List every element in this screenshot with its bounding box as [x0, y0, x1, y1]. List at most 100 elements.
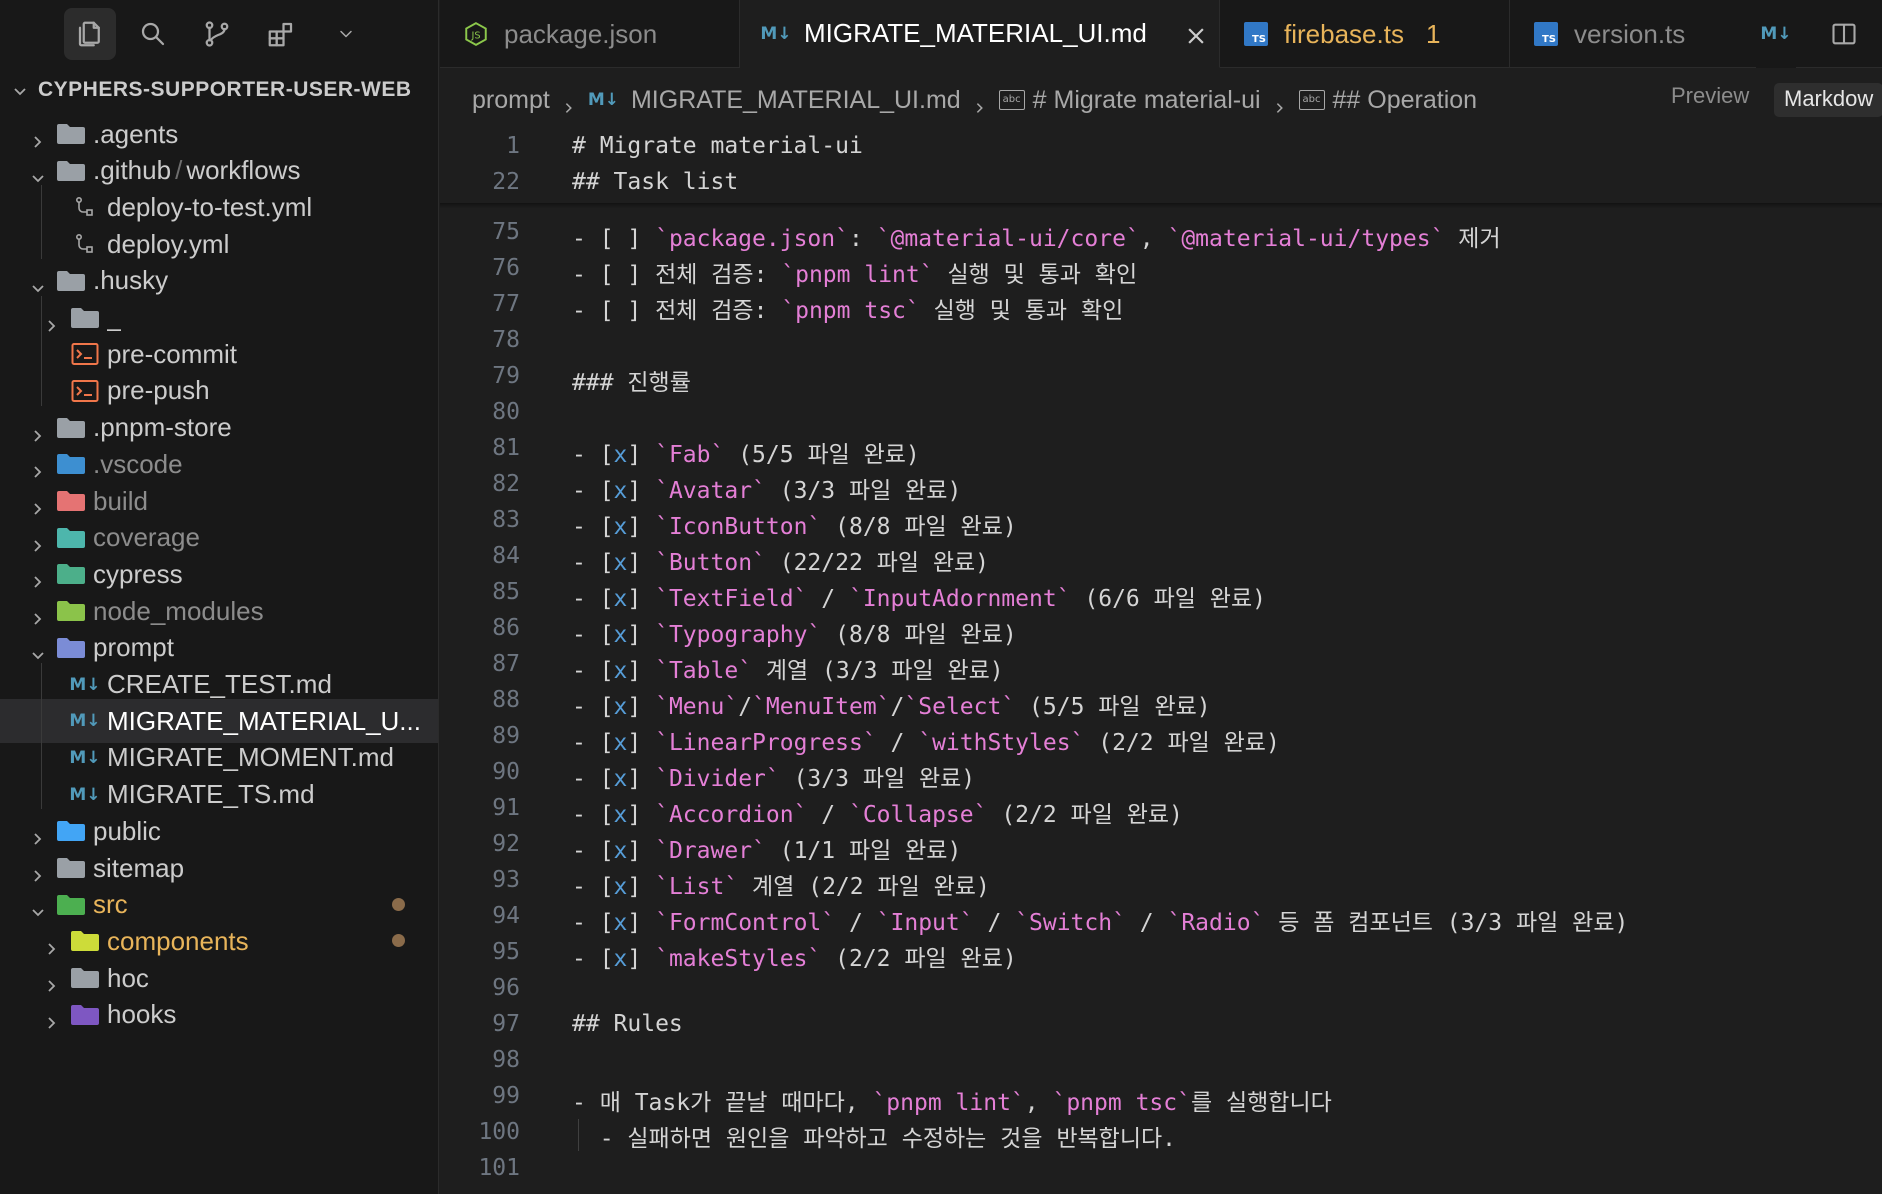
code-token: x [613, 622, 628, 648]
code-editor[interactable]: - [x] `src/pages/user/mypage.tsx` : `But… [440, 131, 1882, 1194]
code-line[interactable]: - [x] `makeStyles` (2/2 파일 완료) [572, 939, 1017, 973]
breadcrumb-item-heading2[interactable]: abc ## Operation [1298, 86, 1477, 115]
code-line[interactable]: - [x] `Accordion` / `Collapse` (2/2 파일 완… [572, 795, 1183, 829]
line-number: 76 [492, 255, 520, 281]
tree-item-label: _ [107, 302, 122, 332]
explorer-header[interactable]: CYPHERS-SUPPORTER-USER-WEB [0, 68, 438, 112]
code-line[interactable]: ### 진행률 [572, 363, 691, 397]
extensions-button[interactable] [255, 8, 307, 60]
tree-item-label: hooks [107, 999, 177, 1030]
line-number: 97 [492, 1011, 520, 1037]
chevron-down-icon [30, 640, 46, 660]
code-line[interactable]: ## Rules [572, 1011, 683, 1037]
folder-github-icon [56, 158, 86, 184]
code-line[interactable]: - 매 Task가 끝날 때마다, `pnpm lint`, `pnpm tsc… [572, 1083, 1332, 1117]
workspace-title: CYPHERS-SUPPORTER-USER-WEB [38, 78, 412, 101]
svg-text:JS: JS [470, 30, 480, 41]
code-token: `@material-ui/types` [1167, 226, 1445, 252]
tab-label: MIGRATE_MATERIAL_UI.md [804, 18, 1147, 48]
code-token: `pnpm tsc` [781, 298, 920, 324]
folder-public-icon [56, 818, 86, 844]
chevron-down-icon [30, 273, 46, 293]
breadcrumb-item-folder[interactable]: prompt [472, 86, 550, 115]
tab-migrate-material-ui-md[interactable]: M↓ MIGRATE_MATERIAL_UI.md [740, 0, 1220, 68]
line-number: 89 [492, 723, 520, 749]
code-line[interactable]: - [x] `List` 계열 (2/2 파일 완료) [572, 867, 990, 901]
preview-toggle[interactable]: Preview [1671, 83, 1749, 109]
close-icon[interactable] [1185, 23, 1207, 45]
code-token: ] [627, 622, 656, 648]
code-token: x [613, 478, 628, 504]
code-token: ] [627, 550, 656, 576]
code-line[interactable]: - [x] `Divider` (3/3 파일 완료) [572, 759, 975, 793]
code-token: ] [627, 730, 656, 756]
code-line[interactable]: - [x] `Table` 계열 (3/3 파일 완료) [572, 651, 1004, 685]
split-editor-button[interactable] [1824, 14, 1864, 54]
code-line[interactable]: - [x] `Menu`/`MenuItem`/`Select` (5/5 파일… [572, 687, 1211, 721]
source-control-button[interactable] [191, 8, 243, 60]
markdown-icon: M↓ [69, 711, 101, 732]
code-line[interactable]: - [x] `Avatar` (3/3 파일 완료) [572, 471, 961, 505]
code-line[interactable]: - [x] `Typography` (8/8 파일 완료) [572, 615, 1017, 649]
markdown-toggle[interactable]: Markdow [1774, 83, 1882, 117]
code-line[interactable]: - [ ] `package.json`: `@material-ui/core… [572, 219, 1501, 253]
code-token: (6/6 파일 완료) [1070, 586, 1266, 612]
code-token: `InputAdornment` [848, 586, 1071, 612]
code-token: `Fab` [655, 442, 725, 468]
more-tab-indicator[interactable]: M↓ [1756, 0, 1796, 68]
line-number: 96 [492, 975, 520, 1001]
search-icon [141, 22, 165, 46]
code-line[interactable]: - [x] `IconButton` (8/8 파일 완료) [572, 507, 1017, 541]
code-token: , [1139, 226, 1168, 252]
code-line[interactable]: - 실패하면 원인을 파악하고 수정하는 것을 반복합니다. [572, 1119, 1176, 1153]
code-token: 계열 (2/2 파일 완료) [738, 874, 990, 900]
code-line[interactable]: - [x] `FormControl` / `Input` / `Switch`… [572, 903, 1628, 937]
line-number: 84 [492, 543, 520, 569]
tree-item-label: .pnpm-store [93, 412, 232, 443]
workflow-file-icon [70, 194, 100, 220]
explorer-button[interactable] [64, 8, 116, 60]
indent-guide [41, 185, 42, 259]
code-token: x [613, 910, 628, 936]
code-token: `MenuItem` [752, 694, 891, 720]
breadcrumb-item-file[interactable]: M↓ MIGRATE_MATERIAL_UI.md [588, 86, 961, 115]
code-token: 등 폼 컴포넌트 (3/3 파일 완료) [1264, 910, 1629, 936]
code-line[interactable]: - [x] `Drawer` (1/1 파일 완료) [572, 831, 961, 865]
code-token: - [ [572, 946, 614, 972]
tab-version-ts[interactable]: TS version.ts [1510, 0, 1780, 68]
breadcrumb-item-heading1[interactable]: abc # Migrate material-ui [998, 86, 1261, 115]
code-line[interactable]: - [x] `TextField` / `InputAdornment` (6/… [572, 579, 1266, 613]
chevron-down-icon [30, 897, 46, 916]
folder-coverage-icon [56, 525, 86, 551]
more-views-button[interactable] [320, 8, 372, 60]
markdown-icon: M↓ [69, 674, 101, 695]
code-line[interactable]: ## Task list [572, 169, 738, 195]
code-line[interactable]: # Migrate material-ui [572, 133, 863, 159]
tree-item-label: components [107, 925, 249, 956]
code-token: - [ [572, 766, 614, 792]
code-token: x [613, 946, 628, 972]
code-line[interactable]: - [ ] 전체 검증: `pnpm lint` 실행 및 통과 확인 [572, 255, 1137, 289]
code-token: x [613, 514, 628, 540]
breadcrumb-label: MIGRATE_MATERIAL_UI.md [630, 85, 961, 114]
tree-item-label: .vscode [93, 448, 183, 479]
code-token: - [ [572, 838, 614, 864]
tree-folder[interactable]: hooks [0, 993, 438, 1037]
code-token: / [876, 730, 919, 756]
tree-item-label: public [93, 815, 161, 846]
tab-firebase-ts[interactable]: TS firebase.ts 1 [1220, 0, 1510, 68]
code-token: x [613, 658, 628, 684]
editor-tabs: JS package.json M↓ MIGRATE_MATERIAL_UI.md TS… [440, 0, 1882, 68]
code-line[interactable]: - [ ] 전체 검증: `pnpm tsc` 실행 및 통과 확인 [572, 291, 1123, 325]
tab-package-json[interactable]: JS package.json [440, 0, 740, 68]
code-token: ] [627, 946, 656, 972]
code-line[interactable]: - [x] `LinearProgress` / `withStyles` (2… [572, 723, 1280, 757]
code-line[interactable]: - [x] `Button` (22/22 파일 완료) [572, 543, 989, 577]
code-token: `Typography` [655, 622, 822, 648]
line-number: 99 [492, 1083, 520, 1109]
line-number: 22 [492, 169, 520, 195]
search-button[interactable] [127, 8, 179, 60]
tree-item-label: prompt [93, 632, 174, 663]
code-line[interactable]: - [x] `Fab` (5/5 파일 완료) [572, 435, 920, 469]
tree-item-label: node_modules [93, 595, 264, 626]
